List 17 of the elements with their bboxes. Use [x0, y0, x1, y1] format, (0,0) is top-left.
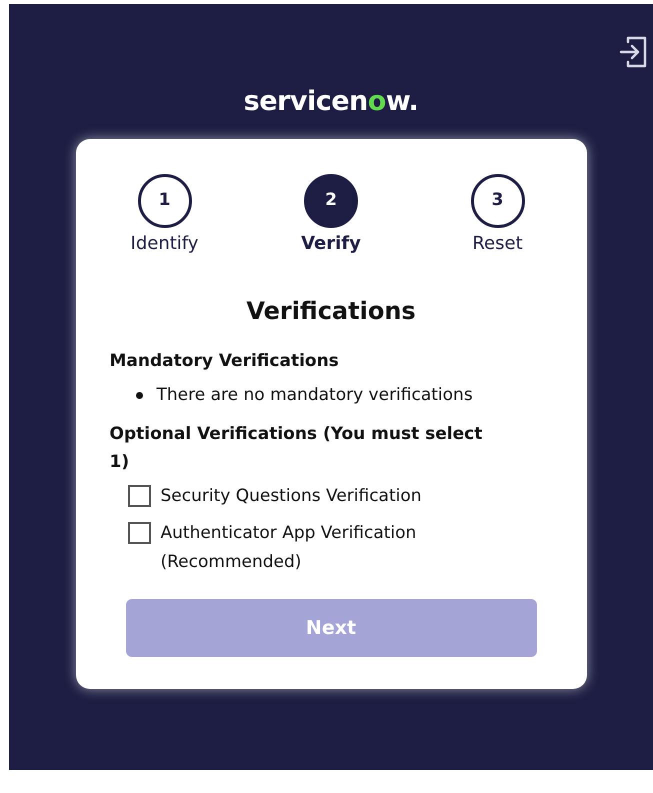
step-label: Reset: [472, 232, 523, 256]
heading: Verifications: [245, 296, 417, 327]
list-item: There are no mandatory verifications: [156, 384, 473, 406]
logo: servicenow.: [244, 88, 418, 115]
option-label: Authenticator App Verification (Recommended): [160, 522, 418, 574]
step-label: Identify: [130, 232, 198, 256]
bullet-icon: [136, 392, 142, 399]
checkbox[interactable]: [128, 522, 150, 544]
step-number: 3: [470, 174, 524, 228]
option-label: Security Questions Verification: [160, 485, 423, 508]
step-number: 2: [304, 174, 358, 228]
section-title: Optional Verifications (You must select 1): [110, 423, 484, 474]
step-label: Verify: [301, 232, 361, 256]
step-number: 1: [138, 174, 192, 228]
exit-icon[interactable]: [618, 35, 648, 69]
checkbox[interactable]: [128, 485, 150, 507]
section-title: Mandatory Verifications: [110, 350, 340, 373]
